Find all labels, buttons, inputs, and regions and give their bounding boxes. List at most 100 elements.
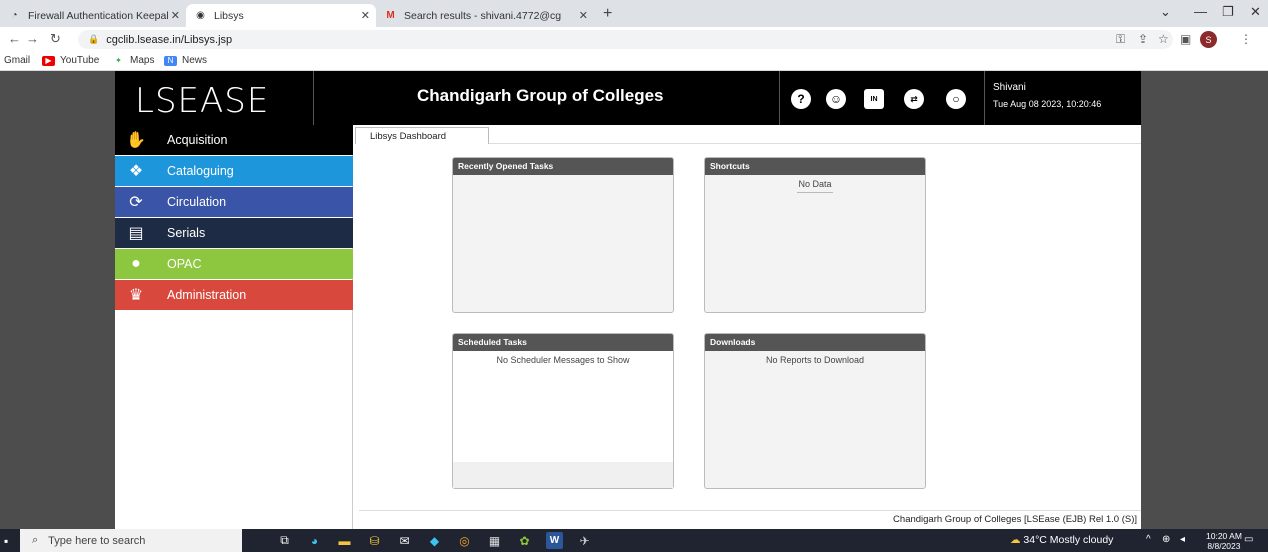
menu-kebab-icon[interactable]: ⋮ xyxy=(1240,32,1252,46)
network-icon: ● xyxy=(131,255,141,272)
clock-date: 8/8/2023 xyxy=(1207,541,1241,551)
tab-title: Search results - shivani.4772@cg xyxy=(404,9,562,22)
lsease-logo: LSEASE xyxy=(135,81,270,121)
news-icon: N xyxy=(164,55,177,66)
edge-icon[interactable]: ◕ xyxy=(306,532,323,549)
bookmark-star-icon[interactable]: ☆ xyxy=(1158,32,1169,46)
panel-footer xyxy=(453,462,673,488)
downloads-panel: Downloads No Reports to Download xyxy=(704,333,926,489)
maps-icon: ✦ xyxy=(115,56,122,65)
window-close-icon[interactable]: ✕ xyxy=(1250,4,1261,20)
gmail-icon: M xyxy=(386,10,395,21)
reload-icon[interactable]: ↻ xyxy=(50,31,61,47)
bookmark-maps[interactable]: ✦ Maps xyxy=(112,55,154,66)
globe-icon: ◉ xyxy=(196,10,205,21)
weather-text: 34°C Mostly cloudy xyxy=(1023,534,1114,546)
scheduled-tasks-panel: Scheduled Tasks No Scheduler Messages to… xyxy=(452,333,674,489)
file-explorer-icon[interactable]: ▬ xyxy=(336,532,353,549)
address-bar-row: ← → ↻ 🔒 cgclib.lsease.in/Libsys.jsp ⚿ ⇪ … xyxy=(0,27,1268,52)
sidebar-item-label: OPAC xyxy=(167,257,202,271)
taskbar-clock[interactable]: 10:20 AM 8/8/2023 xyxy=(1206,531,1242,551)
sidebar-menu: ✋ Acquisition ❖ Cataloguing ⟳ Circulatio… xyxy=(115,125,353,529)
panel-title: Recently Opened Tasks xyxy=(453,158,673,175)
college-name: Chandigarh Group of Colleges xyxy=(417,86,664,105)
sidebar-item-acquisition[interactable]: ✋ Acquisition xyxy=(115,125,353,155)
store-icon[interactable]: ⛁ xyxy=(366,532,383,549)
language-icon[interactable]: IN xyxy=(864,89,884,109)
restore-icon[interactable]: ❐ xyxy=(1222,4,1234,20)
recently-opened-tasks-panel: Recently Opened Tasks xyxy=(452,157,674,313)
new-tab-icon[interactable]: + xyxy=(603,5,612,23)
calendar-icon[interactable]: ▦ xyxy=(486,532,503,549)
forward-icon[interactable]: → xyxy=(26,31,39,46)
photos-icon[interactable]: ✿ xyxy=(516,532,533,549)
sidebar-item-administration[interactable]: ♛ Administration xyxy=(115,280,353,310)
sidebar-item-cataloguing[interactable]: ❖ Cataloguing xyxy=(115,156,353,186)
task-view-icon[interactable]: ⧉ xyxy=(276,532,293,549)
sidebar-item-opac[interactable]: ● OPAC xyxy=(115,249,353,279)
word-icon[interactable]: W xyxy=(546,532,563,549)
logout-icon[interactable]: ○ xyxy=(946,89,966,109)
chevron-up-icon[interactable]: ^ xyxy=(1146,534,1151,545)
close-icon[interactable]: ✕ xyxy=(361,9,370,22)
current-datetime: Tue Aug 08 2023, 10:20:46 xyxy=(993,99,1102,109)
clock-time: 10:20 AM xyxy=(1206,531,1242,541)
shortcuts-panel: Shortcuts No Data xyxy=(704,157,926,313)
browser-tab-strip: ◔ Firewall Authentication Keepalive ✕ ◉ … xyxy=(0,0,1268,27)
tab-underline xyxy=(489,143,1141,144)
bookmark-gmail[interactable]: Gmail xyxy=(4,55,30,66)
footer-divider xyxy=(359,510,1141,511)
sidebar-item-circulation[interactable]: ⟳ Circulation xyxy=(115,187,353,217)
help-icon[interactable]: ? xyxy=(791,89,811,109)
weather-widget[interactable]: ☁ 34°C Mostly cloudy xyxy=(1010,534,1113,546)
globe-icon: ◔ xyxy=(11,10,18,21)
satellite-icon[interactable]: ✈ xyxy=(576,532,593,549)
url-input[interactable]: 🔒 cgclib.lsease.in/Libsys.jsp xyxy=(78,30,1173,49)
tab-firewall[interactable]: ◔ Firewall Authentication Keepalive ✕ xyxy=(0,4,186,27)
divider xyxy=(797,192,833,193)
taskbar-search-input[interactable]: ⌕ Type here to search xyxy=(20,529,242,552)
bookmark-youtube[interactable]: ▶ YouTube xyxy=(42,55,99,66)
tab-search-chevron-icon[interactable]: ⌄ xyxy=(1160,4,1171,20)
chrome-icon[interactable]: ◎ xyxy=(456,532,473,549)
panel-title: Scheduled Tasks xyxy=(453,334,673,351)
media-icon[interactable]: ◆ xyxy=(426,532,443,549)
share-icon[interactable]: ⇪ xyxy=(1138,32,1148,46)
windows-taskbar: ▪ ⌕ Type here to search ⧉ ◕ ▬ ⛁ ✉ ◆ ◎ ▦ … xyxy=(0,529,1268,552)
side-panel-icon[interactable]: ▣ xyxy=(1180,32,1191,46)
tab-libsys[interactable]: ◉ Libsys ✕ xyxy=(186,4,376,27)
panel-title: Shortcuts xyxy=(705,158,925,175)
search-placeholder: Type here to search xyxy=(48,534,146,547)
sidebar-item-serials[interactable]: ▤ Serials xyxy=(115,218,353,248)
tab-libsys-dashboard[interactable]: Libsys Dashboard xyxy=(355,127,489,144)
close-icon[interactable]: ✕ xyxy=(171,9,180,22)
tab-title: Libsys xyxy=(214,9,244,22)
back-icon[interactable]: ← xyxy=(8,31,21,46)
profile-avatar[interactable]: S xyxy=(1200,31,1217,48)
user-name: Shivani xyxy=(993,82,1026,93)
catalogue-icon: ❖ xyxy=(128,163,144,180)
dashboard-content: Libsys Dashboard Recently Opened Tasks S… xyxy=(355,125,1141,529)
accessibility-icon[interactable]: ☺ xyxy=(826,89,846,109)
header-divider xyxy=(313,71,314,125)
tab-title: Firewall Authentication Keepalive xyxy=(28,9,168,22)
web-page: LSEASE Chandigarh Group of Colleges ? ☺ … xyxy=(0,71,1268,529)
youtube-icon: ▶ xyxy=(42,55,55,66)
tab-gmail-search[interactable]: M Search results - shivani.4772@cg ✕ xyxy=(376,4,594,27)
bookmark-news[interactable]: N News xyxy=(164,55,207,66)
close-icon[interactable]: ✕ xyxy=(579,9,588,22)
minimize-icon[interactable]: — xyxy=(1194,4,1207,19)
panel-message: No Data xyxy=(798,179,832,189)
volume-icon[interactable]: ◂ xyxy=(1180,534,1185,545)
search-icon: ⌕ xyxy=(32,534,39,546)
mail-icon[interactable]: ✉ xyxy=(396,532,413,549)
crown-icon: ♛ xyxy=(128,287,144,304)
lock-icon: 🔒 xyxy=(88,34,100,44)
network-tray-icon[interactable]: ⊕ xyxy=(1162,534,1170,545)
notification-icon[interactable]: ▭ xyxy=(1244,534,1253,545)
windows-start-icon[interactable]: ▪ xyxy=(4,534,8,548)
header-divider xyxy=(984,71,985,125)
key-icon[interactable]: ⚿ xyxy=(1116,32,1125,47)
books-icon: ▤ xyxy=(128,225,144,242)
switch-icon[interactable]: ⇄ xyxy=(904,89,924,109)
